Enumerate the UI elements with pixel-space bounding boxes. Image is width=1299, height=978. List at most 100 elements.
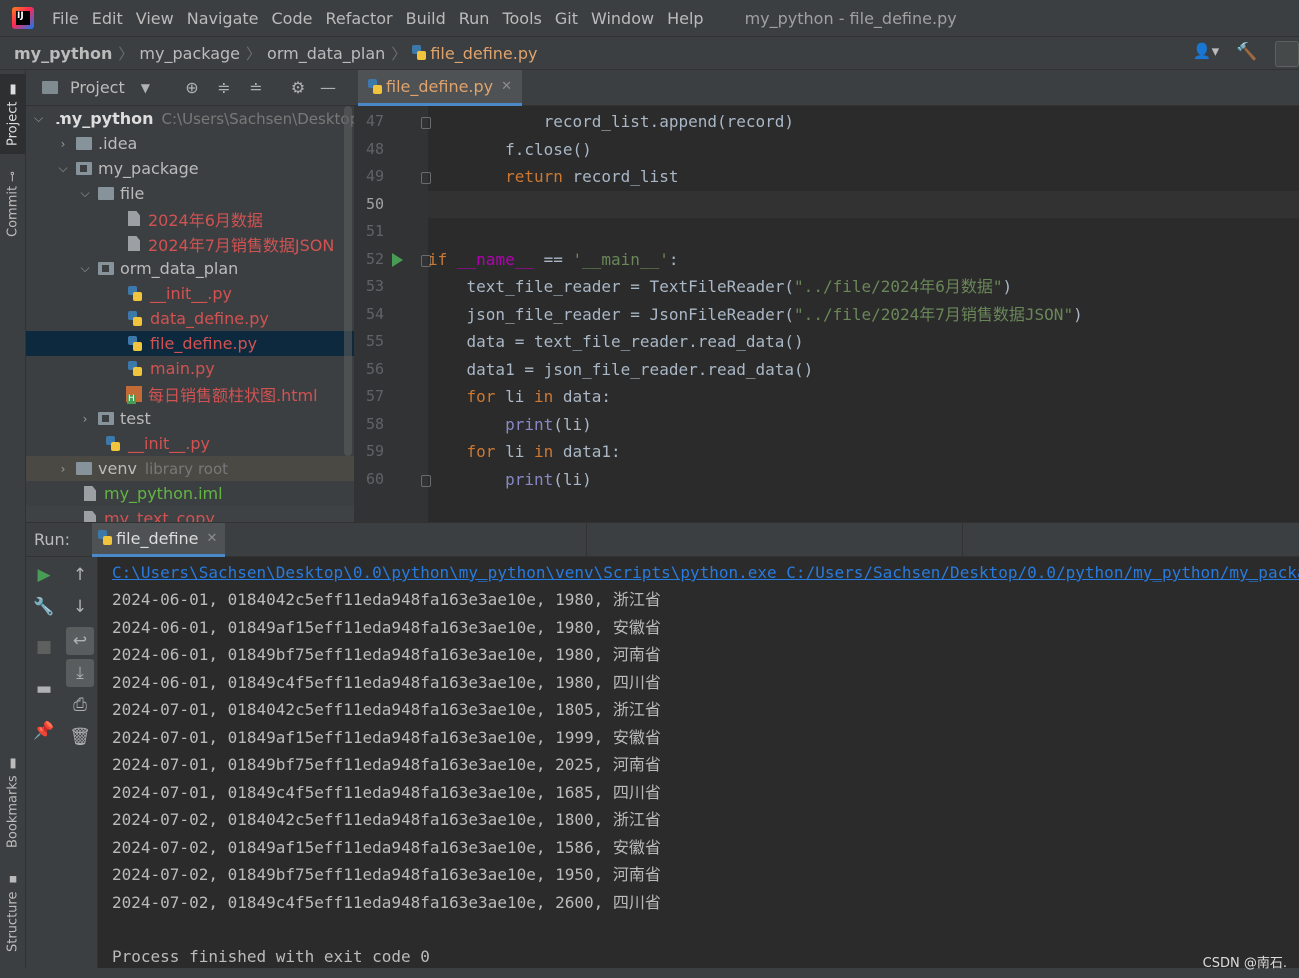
tool-tab-commit[interactable]: Commit ⊸ [0,166,26,242]
tree-item-label: file_define.py [150,334,258,353]
tree-item-label: 每日销售额柱状图.html [148,385,318,405]
folder-icon [76,137,92,150]
tree-item-init-py[interactable]: __init__.py [26,281,354,306]
code-line: print(li) [428,411,1299,439]
tree-item-test[interactable]: › test [26,406,354,431]
chevron-down-icon[interactable]: ⌵ [56,161,70,176]
console-line: 2024-06-01, 01849bf75eff11eda948fa163e3a… [112,645,661,664]
tree-item-june-data[interactable]: 2024年6月数据 [26,206,354,231]
line-number: 50 [365,194,384,213]
collapse-all-icon[interactable]: ≐ [242,78,270,97]
locate-file-icon[interactable]: ⊕ [178,78,206,97]
python-file-icon [368,78,382,95]
close-icon[interactable]: ✕ [501,79,512,94]
tree-item-text-copy[interactable]: my_text_copy [26,506,354,522]
menu-build[interactable]: Build [406,9,446,28]
run-toolbar-secondary: ↑ ↓ ↩ ⤓ ⎙ 🗑 [62,557,98,978]
tree-item-my-package[interactable]: ⌵ my_package [26,156,354,181]
project-view-icon [42,81,58,94]
trash-icon[interactable]: 🗑 [66,723,94,751]
menu-help[interactable]: Help [667,9,703,28]
chevron-right-icon[interactable]: › [78,412,92,426]
user-account-icon[interactable]: 👤▾ [1191,42,1221,66]
menu-git[interactable]: Git [555,9,578,28]
tree-item-data-define[interactable]: data_define.py [26,306,354,331]
project-scrollbar[interactable] [344,106,352,456]
tree-item-file-folder[interactable]: ⌵ file [26,181,354,206]
breadcrumb-file[interactable]: file_define.py [430,44,537,63]
breadcrumb-project[interactable]: my_python [14,44,112,63]
intellij-logo-icon: IJ [12,7,34,29]
folder-icon [98,187,114,200]
tool-tab-bookmarks[interactable]: Bookmarks ▮ [0,754,26,850]
tree-item-iml[interactable]: my_python.iml [26,481,354,506]
tree-item-july-json[interactable]: 2024年7月销售数据JSON [26,231,354,256]
code-line: data1 = json_file_reader.read_data() [428,356,1299,384]
python-file-icon [98,530,113,546]
chevron-right-icon: 〉 [246,44,262,63]
code-line: text_file_reader = TextFileReader("../fi… [428,273,1299,301]
line-number: 54 [365,304,384,323]
menu-code[interactable]: Code [272,9,313,28]
console-command-link[interactable]: C:\Users\Sachsen\Desktop\0.0\python\my_p… [112,559,1299,587]
wrench-icon[interactable]: 🔧 [30,593,58,621]
pin-icon[interactable]: 📌 [30,717,58,745]
menu-run[interactable]: Run [459,9,490,28]
chevron-down-icon[interactable]: ▼ [141,81,150,95]
project-panel-title[interactable]: Project [70,78,125,97]
close-icon[interactable]: ✕ [207,531,218,546]
build-hammer-icon[interactable]: 🔨 [1235,42,1259,66]
chevron-down-icon[interactable]: ⌵ [78,261,92,276]
tool-tab-structure[interactable]: Structure ▪ [0,870,26,954]
menu-refactor[interactable]: Refactor [325,9,392,28]
run-gutter-icon[interactable] [392,253,403,267]
console-line: 2024-07-01, 01849bf75eff11eda948fa163e3a… [112,755,661,774]
arrow-down-icon[interactable]: ↓ [66,593,94,621]
print-icon[interactable]: ⎙ [66,691,94,719]
arrow-up-icon[interactable]: ↑ [66,561,94,589]
line-number: 57 [365,387,384,405]
project-panel: Project ▼ ⊕ ≑ ≐ ⚙ — ⌵ my_python C:\Users… [26,70,354,522]
line-number-gutter: 47 48 49 50 51 52 53 54 55 56 57 58 59 60 [354,106,431,522]
editor-tab-file-define[interactable]: file_define.py ✕ [358,70,523,106]
code-line [428,190,1299,218]
tree-item-venv[interactable]: › venv library root [26,456,354,481]
menu-view[interactable]: View [136,9,174,28]
tree-item-main-py[interactable]: main.py [26,356,354,381]
rerun-icon[interactable]: ▶ [30,561,58,589]
minimize-icon[interactable]: — [314,78,342,97]
tree-item-idea[interactable]: › .idea [26,131,354,156]
code-token: for [466,387,496,406]
soft-wrap-icon[interactable]: ↩ [66,627,94,655]
tree-item-init-py-root[interactable]: __init__.py [26,431,354,456]
run-tab-file-define[interactable]: file_define ✕ [92,522,226,557]
chevron-down-icon[interactable]: ⌵ [78,186,92,201]
code-token: ) [1073,304,1083,324]
chevron-right-icon[interactable]: › [56,462,70,476]
gear-icon[interactable]: ⚙ [284,78,312,97]
tree-item-file-define[interactable]: file_define.py [26,331,354,356]
tree-item-html-chart[interactable]: 每日销售额柱状图.html [26,381,354,406]
expand-all-icon[interactable]: ≑ [210,78,238,97]
tree-item-my-python[interactable]: ⌵ my_python C:\Users\Sachsen\Desktop\0.0… [26,106,354,131]
chevron-down-icon[interactable]: ⌵ [34,111,43,126]
run-configuration-selector[interactable] [1275,41,1299,67]
menu-file[interactable]: File [52,9,79,28]
code-area[interactable]: record_list.append(record) f.close() ret… [428,106,1299,522]
menu-edit[interactable]: Edit [92,9,123,28]
scroll-to-end-icon[interactable]: ⤓ [66,659,94,687]
breadcrumb-package[interactable]: my_package [139,44,240,63]
chevron-right-icon[interactable]: › [56,137,70,151]
code-token: text_file_reader = TextFileReader( [428,277,795,296]
breadcrumb-folder[interactable]: orm_data_plan [267,44,385,63]
menu-navigate[interactable]: Navigate [187,9,259,28]
menu-tools[interactable]: Tools [502,9,541,28]
menu-window[interactable]: Window [591,9,654,28]
layout-icon[interactable]: ▬ [30,675,58,703]
tool-tab-project[interactable]: Project ▮ [0,74,26,154]
stop-icon[interactable]: ■ [30,633,58,661]
console-output[interactable]: C:\Users\Sachsen\Desktop\0.0\python\my_p… [98,557,1299,978]
tree-item-orm-data-plan[interactable]: ⌵ orm_data_plan [26,256,354,281]
console-line: 2024-07-02, 0184042c5eff11eda948fa163e3a… [112,810,661,829]
line-number: 51 [365,222,384,240]
